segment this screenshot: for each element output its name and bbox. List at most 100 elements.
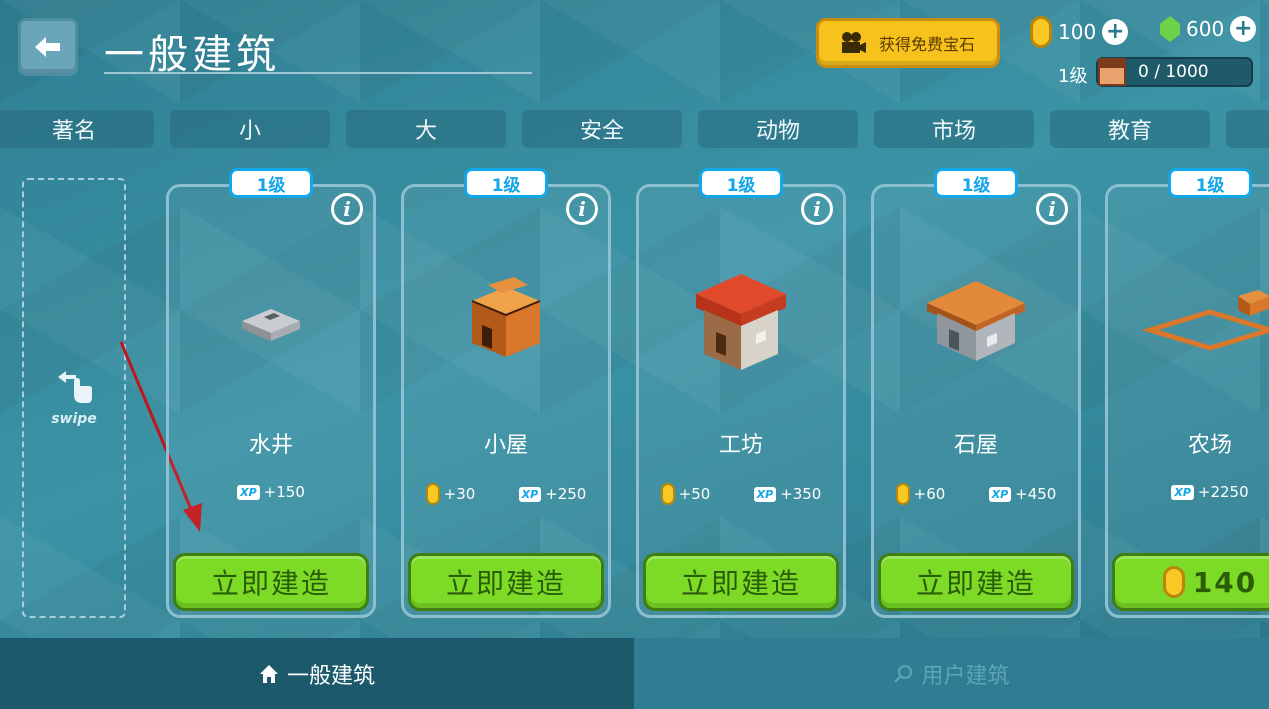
xp-reward-value: +250 bbox=[545, 485, 587, 503]
info-icon[interactable]: i bbox=[566, 193, 598, 225]
tab-famous[interactable]: 著名 bbox=[0, 110, 154, 148]
info-icon[interactable]: i bbox=[331, 193, 363, 225]
build-now-button[interactable]: 立即建造 bbox=[408, 553, 604, 611]
coin-reward: +60 bbox=[895, 483, 946, 505]
coin-reward-value: +30 bbox=[443, 485, 476, 503]
tab-user-buildings[interactable]: 用户建筑 bbox=[634, 638, 1269, 709]
build-now-button[interactable]: 立即建造 bbox=[878, 553, 1074, 611]
building-name: 水井 bbox=[248, 433, 293, 458]
tab-market[interactable]: 市场 bbox=[874, 110, 1034, 148]
tab-user-label: 用户建筑 bbox=[921, 663, 1010, 689]
tab-label: 安全 bbox=[579, 119, 624, 144]
build-now-button[interactable]: 立即建造 bbox=[643, 553, 839, 611]
price-label: 140 bbox=[1192, 565, 1258, 599]
coin-reward-value: +60 bbox=[913, 485, 946, 503]
gem-counter: 600 + bbox=[1160, 16, 1257, 42]
xp-badge-icon: XP bbox=[237, 484, 260, 500]
tab-more[interactable] bbox=[1226, 110, 1269, 148]
tab-general-label: 一般建筑 bbox=[286, 663, 375, 689]
coin-icon bbox=[660, 483, 675, 505]
card-level-badge: 1级 bbox=[464, 168, 548, 198]
xp-reward: XP +2250 bbox=[1171, 483, 1249, 501]
xp-reward: XP +450 bbox=[988, 485, 1057, 503]
build-button-label: 立即建造 bbox=[445, 567, 566, 600]
back-arrow-icon bbox=[35, 37, 60, 57]
xp-reward: XP +250 bbox=[518, 485, 587, 503]
tab-large[interactable]: 大 bbox=[346, 110, 506, 148]
coin-reward: +50 bbox=[660, 483, 711, 505]
home-icon bbox=[259, 664, 278, 683]
coin-icon bbox=[425, 483, 440, 505]
hut-building-image bbox=[404, 267, 608, 377]
workshop-building-image bbox=[639, 267, 843, 377]
avatar-icon bbox=[1098, 58, 1126, 86]
back-button[interactable] bbox=[18, 18, 78, 76]
video-camera-icon bbox=[841, 32, 866, 53]
building-card-workshop[interactable]: 1级 i 工坊 +50 XP +350 立即建造 bbox=[636, 168, 846, 618]
xp-reward-value: +2250 bbox=[1197, 483, 1249, 501]
building-name: 石屋 bbox=[953, 433, 998, 458]
build-button-label: 立即建造 bbox=[680, 567, 801, 600]
card-level-badge: 1级 bbox=[699, 168, 783, 198]
bottom-tab-bar: 一般建筑 用户建筑 bbox=[0, 638, 1269, 709]
xp-badge-icon: XP bbox=[753, 486, 777, 502]
gem-icon bbox=[1160, 16, 1180, 42]
build-now-button[interactable]: 立即建造 bbox=[173, 553, 369, 611]
card-level-badge: 1级 bbox=[229, 168, 313, 198]
building-card-stone-house[interactable]: 1级 i 石屋 +60 XP +450 立即建造 bbox=[871, 168, 1081, 618]
swipe-label: swipe bbox=[51, 411, 97, 427]
xp-reward: XP +150 bbox=[237, 483, 305, 501]
coin-icon bbox=[1162, 566, 1185, 598]
build-button-label: 立即建造 bbox=[210, 567, 331, 600]
tab-animals[interactable]: 动物 bbox=[698, 110, 858, 148]
search-icon bbox=[894, 664, 913, 683]
xp-reward-value: +150 bbox=[263, 483, 305, 501]
gem-amount: 600 bbox=[1186, 17, 1225, 41]
tab-security[interactable]: 安全 bbox=[522, 110, 682, 148]
xp-progress-text: 0 / 1000 bbox=[1138, 62, 1209, 82]
xp-reward: XP +350 bbox=[753, 485, 821, 503]
coin-reward: +30 bbox=[425, 483, 476, 505]
title-underline bbox=[104, 72, 532, 74]
coin-reward-value: +50 bbox=[678, 485, 711, 503]
free-gems-label: 获得免费宝石 bbox=[878, 35, 975, 54]
building-name: 农场 bbox=[1187, 433, 1232, 458]
free-gems-button[interactable]: 获得免费宝石 bbox=[816, 18, 1000, 68]
player-level: 1级 bbox=[1058, 66, 1088, 87]
card-level-badge: 1级 bbox=[934, 168, 1018, 198]
xp-reward-value: +450 bbox=[1015, 485, 1057, 503]
swipe-hand-icon bbox=[58, 371, 92, 403]
tab-small[interactable]: 小 bbox=[170, 110, 330, 148]
card-rewards: +30 XP +250 bbox=[404, 483, 608, 505]
add-coins-button[interactable]: + bbox=[1102, 19, 1129, 45]
card-rewards: XP +150 bbox=[169, 483, 373, 501]
swipe-hint: swipe bbox=[22, 178, 126, 618]
well-building-image bbox=[169, 267, 373, 377]
building-card-well[interactable]: 1级 i 水井 XP +150 立即建造 bbox=[166, 168, 376, 618]
building-card-hut[interactable]: 1级 i 小屋 +30 XP +250 立即建造 bbox=[401, 168, 611, 618]
tab-label: 教育 bbox=[1107, 119, 1152, 144]
farm-building-image bbox=[1108, 267, 1269, 377]
info-icon[interactable]: i bbox=[801, 193, 833, 225]
tab-label: 市场 bbox=[931, 119, 976, 144]
add-gems-button[interactable]: + bbox=[1230, 16, 1257, 42]
building-name: 工坊 bbox=[718, 433, 763, 458]
info-icon[interactable]: i bbox=[1036, 193, 1068, 225]
coin-icon bbox=[895, 483, 910, 505]
building-name: 小屋 bbox=[483, 433, 528, 458]
xp-badge-icon: XP bbox=[988, 486, 1012, 502]
tab-label: 著名 bbox=[51, 119, 96, 144]
coin-icon bbox=[1030, 16, 1052, 48]
card-rewards: +60 XP +450 bbox=[874, 483, 1078, 505]
xp-badge-icon: XP bbox=[1171, 484, 1194, 500]
card-rewards: +50 XP +350 bbox=[639, 483, 843, 505]
coin-counter: 100 + bbox=[1030, 16, 1129, 48]
building-card-farm[interactable]: 1级 i 农场 XP+2250 140 bbox=[1105, 168, 1269, 618]
tab-label: 大 bbox=[414, 119, 437, 144]
tab-general-buildings[interactable]: 一般建筑 bbox=[0, 638, 634, 709]
card-level-badge: 1级 bbox=[1168, 168, 1252, 198]
tab-label: 小 bbox=[238, 119, 261, 144]
tab-education[interactable]: 教育 bbox=[1050, 110, 1210, 148]
card-rewards: XP +2250 bbox=[1108, 483, 1269, 501]
buy-with-coins-button[interactable]: 140 bbox=[1112, 553, 1269, 611]
